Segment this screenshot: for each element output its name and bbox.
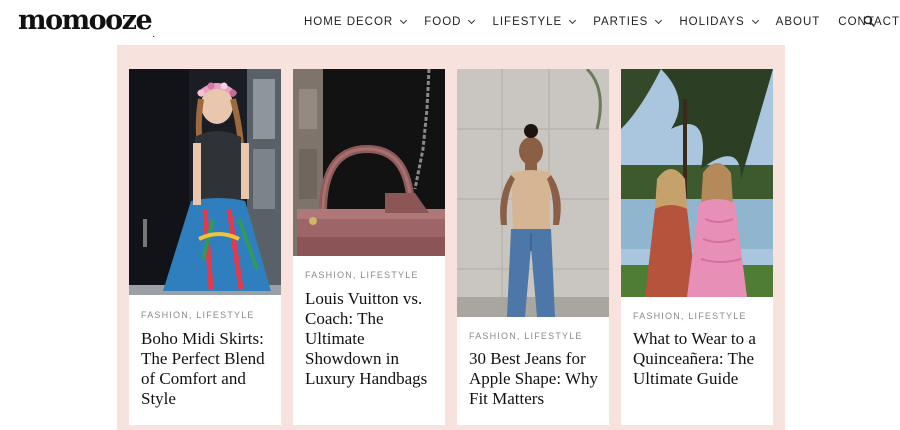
post-card[interactable]: FASHION, LIFESTYLE Boho Midi Skirts: The… — [129, 69, 281, 425]
logo-mark: . — [152, 30, 156, 40]
main-nav: HOME DECOR FOOD LIFESTYLE PARTIES HOLIDA… — [304, 14, 900, 30]
post-image-jeans[interactable] — [457, 69, 609, 317]
post-title[interactable]: 30 Best Jeans for Apple Shape: Why Fit M… — [469, 349, 603, 409]
nav-item-label: HOLIDAYS — [679, 16, 745, 28]
nav-item-lifestyle[interactable]: LIFESTYLE — [492, 16, 577, 28]
chevron-down-icon — [655, 16, 663, 24]
nav-item-about[interactable]: ABOUT — [776, 16, 821, 28]
nav-item-parties[interactable]: PARTIES — [593, 16, 663, 28]
post-category[interactable]: FASHION, LIFESTYLE — [469, 331, 583, 341]
featured-posts-panel: FASHION, LIFESTYLE Boho Midi Skirts: The… — [117, 45, 785, 430]
post-title[interactable]: Boho Midi Skirts: The Perfect Blend of C… — [141, 329, 275, 409]
post-card[interactable]: FASHION, LIFESTYLE 30 Best Jeans for App… — [457, 69, 609, 425]
post-card[interactable]: FASHION, LIFESTYLE What to Wear to a Qui… — [621, 69, 773, 425]
site-header: momooze. HOME DECOR FOOD LIFESTYLE PARTI… — [0, 0, 900, 44]
post-category[interactable]: FASHION, LIFESTYLE — [141, 310, 255, 320]
post-image-boho-skirt[interactable] — [129, 69, 281, 295]
post-category[interactable]: FASHION, LIFESTYLE — [633, 311, 747, 321]
chevron-down-icon — [400, 16, 408, 24]
post-category[interactable]: FASHION, LIFESTYLE — [305, 270, 419, 280]
nav-item-food[interactable]: FOOD — [424, 16, 476, 28]
chevron-down-icon — [569, 16, 577, 24]
nav-item-label: PARTIES — [593, 16, 649, 28]
search-icon[interactable] — [863, 14, 875, 27]
nav-item-label: HOME DECOR — [304, 16, 394, 28]
nav-item-label: FOOD — [424, 16, 462, 28]
site-logo[interactable]: momooze. — [18, 6, 155, 41]
nav-item-holidays[interactable]: HOLIDAYS — [679, 16, 759, 28]
nav-item-home-decor[interactable]: HOME DECOR — [304, 16, 408, 28]
post-image-handbag[interactable] — [293, 69, 445, 256]
nav-item-label: LIFESTYLE — [492, 16, 563, 28]
chevron-down-icon — [468, 16, 476, 24]
post-image-quinceanera[interactable] — [621, 69, 773, 297]
post-title[interactable]: Louis Vuitton vs. Coach: The Ultimate Sh… — [305, 289, 439, 389]
nav-item-label: ABOUT — [775, 16, 821, 28]
post-title[interactable]: What to Wear to a Quinceañera: The Ultim… — [633, 329, 767, 389]
post-card[interactable]: FASHION, LIFESTYLE Louis Vuitton vs. Coa… — [293, 69, 445, 425]
chevron-down-icon — [751, 16, 759, 24]
